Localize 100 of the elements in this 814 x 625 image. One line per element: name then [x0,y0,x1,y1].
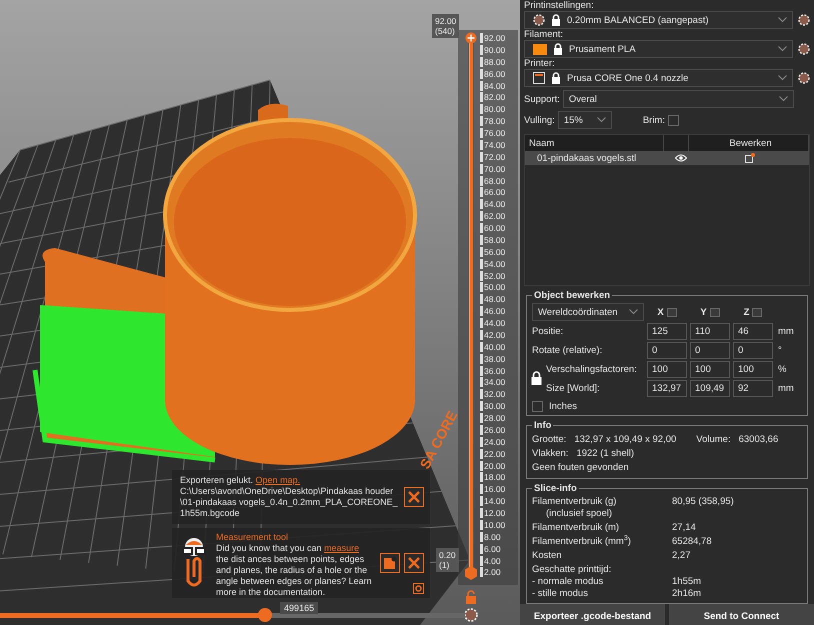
infill-label: Vulling: [524,114,555,126]
input-field[interactable]: 46 [733,323,773,340]
stat-value: 2,27 [672,550,690,562]
preset-dropdown[interactable]: Prusament PLA [524,40,793,58]
layer-height-label: 68.00 [480,176,506,186]
axis-label: X [657,306,664,318]
settings-icon[interactable] [413,583,424,594]
layer-height-label: 28.00 [480,413,506,423]
edit-icon[interactable] [745,153,755,163]
stat-value: 80,95 (358,95) [672,496,734,509]
layer-height-label: 40.00 [480,342,506,352]
caret-icon [778,17,787,23]
input-field[interactable]: 0 [733,342,773,359]
layer-height-label: 12.00 [480,508,506,518]
layer-height-label: 92.00 [480,33,506,43]
support-label: Support: [524,94,560,104]
brim-checkbox[interactable] [668,114,679,126]
upper-thumb-handle[interactable] [465,32,477,44]
input-field[interactable]: 125 [647,323,687,340]
layer-height-label: 84.00 [480,80,506,90]
section-title: Slice-info [533,483,578,494]
input-field[interactable]: 100 [647,361,687,378]
layer-height-label: 86.00 [480,68,506,79]
support-dropdown[interactable]: Overal [562,90,794,108]
padlock-icon[interactable] [531,371,542,385]
lower-thumb-handle[interactable] [464,566,478,580]
measure-link[interactable]: measure [324,543,360,553]
preset-dropdown[interactable]: Prusa CORE One 0.4 nozzle [524,69,793,87]
layer-height-label: 80.00 [480,104,506,114]
input-field[interactable]: 132,97 [647,380,687,397]
layer-height-label: 58.00 [480,234,506,245]
info-label: Grootte: [532,433,566,447]
close-button[interactable] [404,553,424,573]
layer-height-label: 10.00 [480,520,506,530]
hint-text: Did you know that you can measure the dist ances between points, edges and planes, the radius of a hole or the angle between edges or planes? Learn more in the documentation. [216,543,373,598]
field-label: Size [World]: [546,383,600,394]
layer-height-label: 22.00 [480,448,506,459]
layer-height-label: 16.00 [480,484,506,494]
documentation-button[interactable] [380,553,400,573]
field-label: Verschalingsfactoren: [546,364,637,375]
padlock-icon [553,43,563,55]
layer-height-label: 38.00 [480,354,506,364]
layer-height-label: 70.00 [480,164,506,174]
layer-height-label: 4.00 [480,556,506,566]
layer-height-label: 32.00 [480,389,506,400]
infill-dropdown[interactable]: 15% [558,111,612,129]
printer-icon [533,72,545,84]
input-field[interactable]: 92 [733,380,773,397]
stat-label: Filamentverbruik (m) [532,522,620,534]
coordinates-dropdown[interactable]: Wereldcoördinaten [532,303,644,321]
layer-height-label: 66.00 [480,187,506,198]
layer-height-label: 36.00 [480,366,506,376]
action-button[interactable]: Exporteer .gcode-bestand [520,604,665,625]
axis-toggle[interactable] [710,308,720,316]
unit-label: % [777,364,788,375]
padlock-icon [551,72,561,84]
unit-label: mm [777,383,795,394]
stat-sublabel: (inclusief spoel) [545,508,613,520]
input-field[interactable]: 0 [647,342,687,359]
preset-label: Filament: [524,29,564,40]
layer-height-label: 64.00 [480,199,506,210]
info-label: Volume: [696,433,731,447]
preset-label: Printer: [524,58,556,69]
layer-height-label: 60.00 [480,223,506,233]
axis-label: Y [700,306,707,318]
layer-height-label: 26.00 [480,424,506,435]
stat-value: 1h55m [672,576,702,588]
input-field[interactable]: 100 [690,361,730,378]
layer-height-label: 88.00 [480,56,506,67]
layer-height-label: 2.00 [480,567,506,578]
input-field[interactable]: 0 [690,342,730,359]
input-field[interactable]: 100 [733,361,773,378]
inches-label: Inches [549,401,577,412]
inches-checkbox[interactable] [532,401,543,412]
stat-value: 27,14 [672,522,696,534]
eye-icon[interactable] [675,154,687,162]
layer-height-label: 48.00 [480,294,506,304]
layer-height-label: 52.00 [480,270,506,280]
export-message: Exporteren gelukt. Open map. [180,475,302,486]
open-folder-link[interactable]: Open map. [256,475,300,485]
info-value: 63003,66 [738,433,778,447]
close-button[interactable] [404,487,424,507]
input-field[interactable]: 110 [690,323,730,340]
axis-toggle[interactable] [666,308,677,316]
layer-height-label: 46.00 [480,306,506,316]
info-value: 132,97 x 109,49 x 92,00 [574,433,676,447]
layer-height-label: 18.00 [480,472,506,482]
stat-label: Kosten [532,550,563,562]
info-label: Vlakken: [532,447,568,461]
layer-height-label: 54.00 [480,258,506,269]
object-row[interactable]: 01-pindakaas vogels.stl [525,151,809,165]
axis-toggle[interactable] [752,308,762,316]
section-title: Object bewerken [533,290,612,301]
input-field[interactable]: 109,49 [690,380,730,397]
preset-dropdown[interactable]: 0.20mm BALANCED (aangepast) [524,11,793,29]
action-button[interactable]: Send to Connect [669,604,814,625]
caret-icon [596,117,606,123]
stat-label: - normale modus [532,576,604,588]
layer-height-label: 20.00 [480,460,506,470]
upper-layer-label: 92.00 (540) [432,14,460,38]
